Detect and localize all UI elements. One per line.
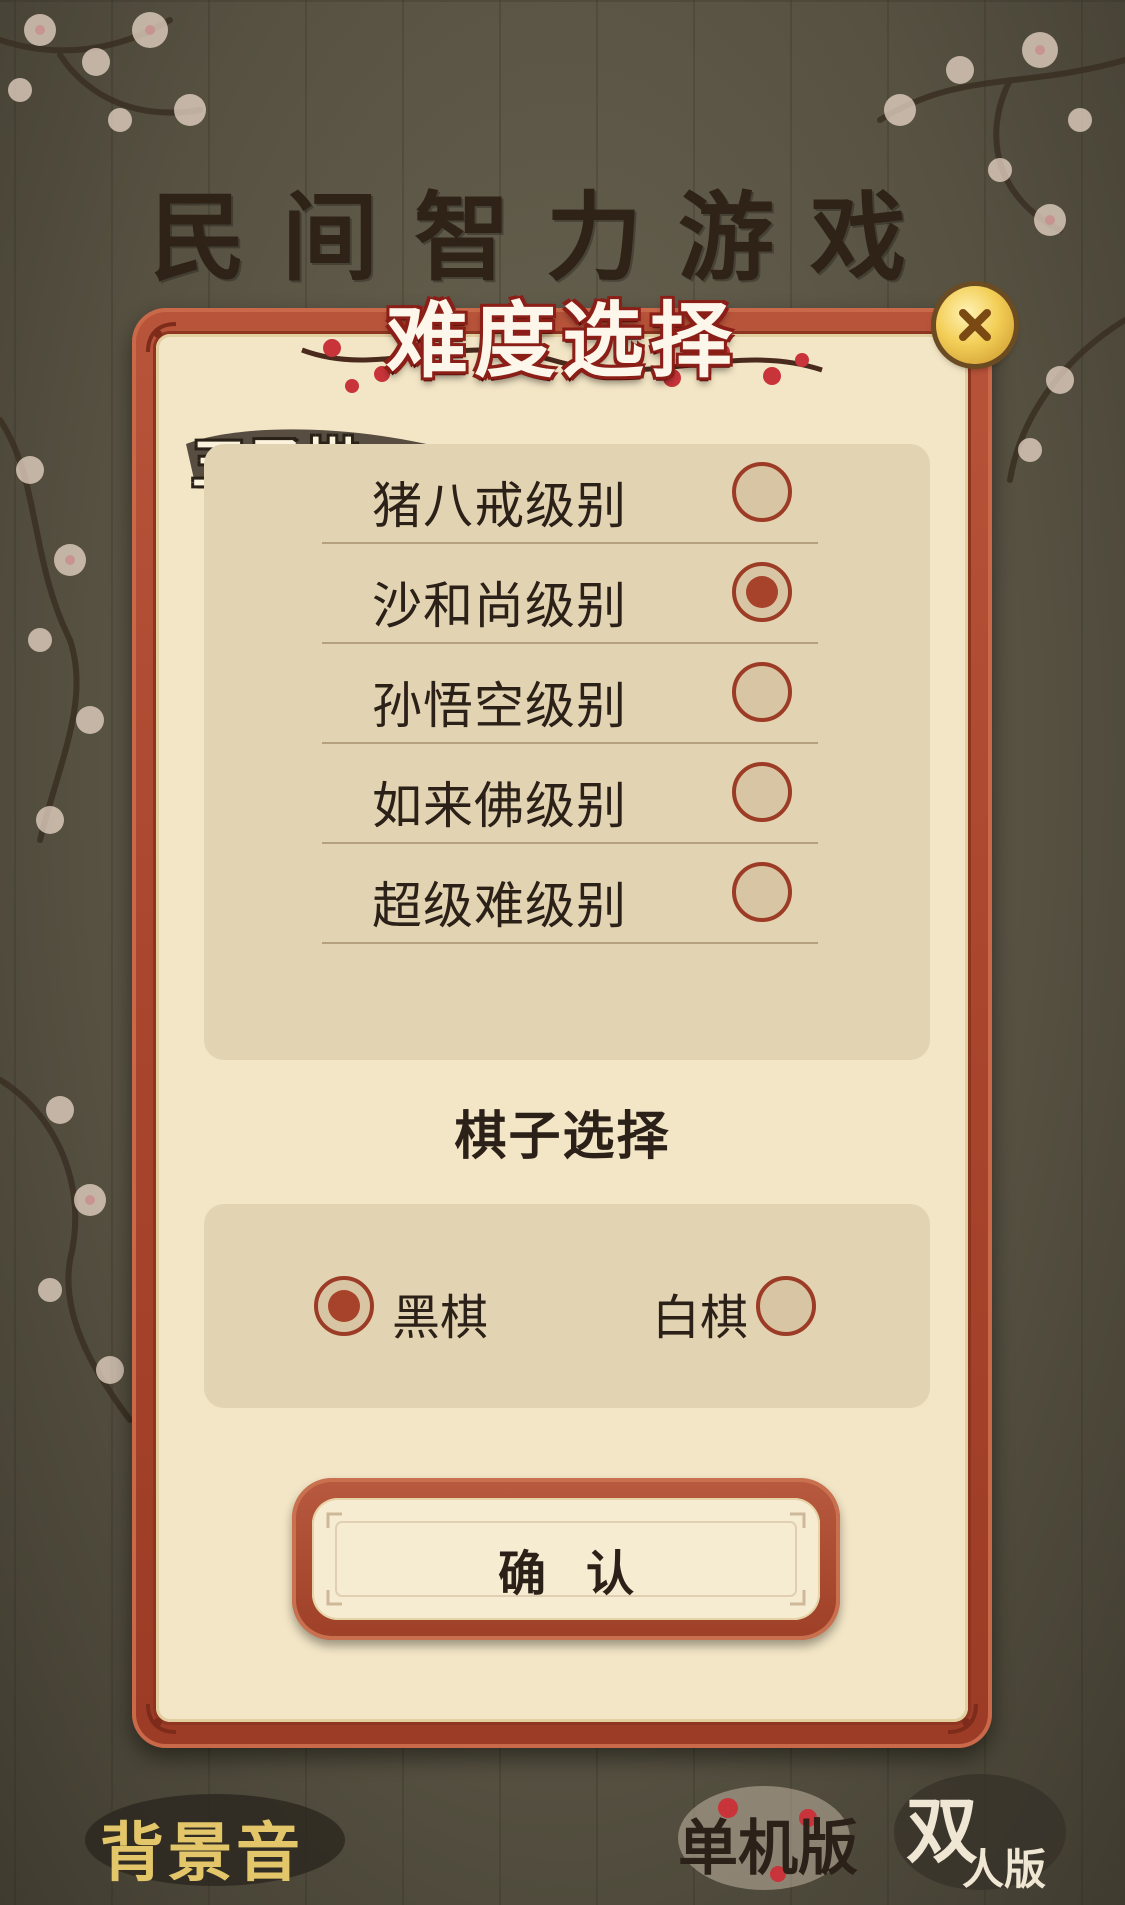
dialog-title: 难度选择 xyxy=(385,293,738,389)
confirm-button-face: 确认 xyxy=(312,1498,820,1620)
difficulty-label: 如来佛级别 xyxy=(372,777,627,835)
difficulty-radio[interactable] xyxy=(732,462,792,522)
black-piece-radio[interactable] xyxy=(314,1276,374,1336)
difficulty-option-1[interactable]: 猪八戒级别 xyxy=(322,444,818,544)
difficulty-option-3[interactable]: 孙悟空级别 xyxy=(322,644,818,744)
difficulty-option-2[interactable]: 沙和尚级别 xyxy=(322,544,818,644)
piece-selection-panel: 黑棋 白棋 xyxy=(204,1204,930,1408)
difficulty-label: 超级难级别 xyxy=(372,877,627,935)
corner-ornament xyxy=(947,1703,978,1734)
difficulty-option-4[interactable]: 如来佛级别 xyxy=(322,744,818,844)
corner-ornament xyxy=(146,1703,177,1734)
dialog-title-banner: 难度选择 xyxy=(301,272,823,393)
difficulty-radio[interactable] xyxy=(732,562,792,622)
two-player-button[interactable]: 双 人版 xyxy=(888,1766,1068,1896)
difficulty-option-5[interactable]: 超级难级别 xyxy=(322,844,818,944)
background-music-label: 背景音 xyxy=(100,1816,304,1891)
difficulty-label: 沙和尚级别 xyxy=(372,577,627,635)
difficulty-panel: 猪八戒级别 沙和尚级别 孙悟空级别 如来佛级别 超级难级别 xyxy=(204,444,930,1060)
confirm-label: 确认 xyxy=(497,1546,674,1602)
two-player-sub-label: 人版 xyxy=(962,1845,1047,1894)
piece-selection-heading: 棋子选择 xyxy=(454,1107,671,1167)
difficulty-radio[interactable] xyxy=(732,662,792,722)
difficulty-label: 猪八戒级别 xyxy=(372,477,627,535)
close-button[interactable] xyxy=(936,286,1014,364)
difficulty-label: 孙悟空级别 xyxy=(372,677,627,735)
difficulty-radio[interactable] xyxy=(732,862,792,922)
background-music-button[interactable]: 背景音 xyxy=(80,1784,350,1894)
white-piece-label: 白棋 xyxy=(652,1290,749,1346)
single-player-button[interactable]: 单机版 xyxy=(668,1778,858,1896)
single-player-label: 单机版 xyxy=(678,1814,858,1884)
confirm-button[interactable]: 确认 xyxy=(292,1478,840,1640)
difficulty-radio[interactable] xyxy=(732,762,792,822)
black-piece-label: 黑棋 xyxy=(392,1290,489,1346)
white-piece-option[interactable]: 白棋 xyxy=(652,1270,852,1346)
corner-ornament xyxy=(146,322,177,353)
black-piece-option[interactable]: 黑棋 xyxy=(314,1270,514,1346)
white-piece-radio[interactable] xyxy=(756,1276,816,1336)
close-icon xyxy=(959,309,991,341)
